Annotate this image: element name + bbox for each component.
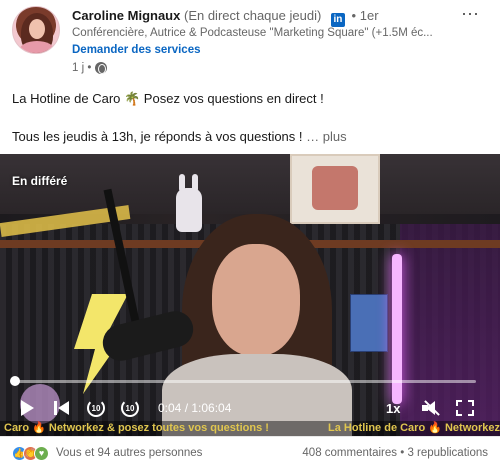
rewind-10-icon[interactable]: 10	[86, 398, 106, 418]
video-person-face	[212, 244, 300, 356]
reaction-icons[interactable]: 👍 👏 ♥	[12, 446, 49, 461]
time-separator: •	[84, 62, 92, 74]
forward-10-icon[interactable]: 10	[120, 398, 140, 418]
post-text-line2: Tous les jeudis à 13h, je réponds à vos …	[12, 129, 347, 144]
author-name-line: Caroline Mignaux (En direct chaque jeudi…	[72, 8, 379, 27]
video-bg-book	[350, 294, 388, 352]
post-text-line2-content: Tous les jeudis à 13h, je réponds à vos …	[12, 129, 303, 144]
linkedin-premium-icon: in	[330, 13, 345, 27]
author-avatar[interactable]	[12, 6, 60, 54]
request-services-link[interactable]: Demander des services	[72, 44, 201, 56]
reactions-count[interactable]: Vous et 94 autres personnes	[56, 447, 202, 459]
see-more-link[interactable]: … plus	[306, 129, 346, 144]
avatar-face	[29, 19, 45, 39]
video-bg-poster	[290, 154, 380, 224]
support-reaction-icon: ♥	[34, 446, 49, 461]
mute-icon[interactable]	[420, 398, 442, 418]
globe-icon	[95, 62, 108, 74]
connection-degree-dot: •	[351, 8, 357, 23]
social-counts: 👍 👏 ♥ Vous et 94 autres personnes 408 co…	[0, 436, 500, 468]
video-ticker-banner: Caro 🔥 Networkez & posez toutes vos ques…	[0, 421, 500, 436]
author-name[interactable]: Caroline Mignaux	[72, 8, 180, 23]
connection-degree: 1er	[359, 8, 379, 23]
fullscreen-icon[interactable]	[454, 398, 476, 418]
author-status: (En direct chaque jeudi)	[183, 8, 322, 23]
comments-count[interactable]: 408 commentaires	[302, 447, 397, 459]
avatar-body	[19, 41, 55, 53]
skip-back-icon[interactable]	[52, 398, 70, 418]
ticker-text-left: Caro 🔥 Networkez & posez toutes vos ques…	[4, 422, 269, 434]
post-stats: 408 commentaires • 3 republications	[302, 447, 488, 459]
more-options-icon[interactable]: ⋯	[461, 4, 480, 25]
video-time: 0:04 / 1:06:04	[158, 401, 232, 415]
video-controls: 10 10 0:04 / 1:06:04 1x	[0, 394, 500, 422]
video-progress-handle[interactable]	[10, 376, 20, 386]
video-bg-ceiling	[0, 154, 500, 214]
stats-separator: •	[397, 447, 408, 459]
reposts-count[interactable]: 3 republications	[407, 447, 488, 459]
play-icon[interactable]	[18, 398, 36, 418]
replay-badge: En différé	[12, 174, 68, 188]
ticker-text-right: La Hotline de Caro 🔥 Networkez	[328, 422, 500, 434]
video-player[interactable]: En différé 10 10 0:04 / 1:06:04 1x Caro …	[0, 154, 500, 436]
forward-10-label: 10	[121, 399, 139, 417]
video-bg-bunny	[176, 174, 202, 232]
post-time: 1 j •	[72, 62, 108, 74]
time-ago: 1 j	[72, 62, 85, 74]
author-headline: Conférencière, Autrice & Podcasteuse "Ma…	[72, 27, 433, 39]
post-text-line1: La Hotline de Caro 🌴 Posez vos questions…	[12, 91, 324, 106]
video-progress-bar[interactable]	[14, 380, 476, 383]
linkedin-post: Caroline Mignaux (En direct chaque jeudi…	[0, 0, 500, 468]
rewind-10-label: 10	[87, 399, 105, 417]
playback-speed-button[interactable]: 1x	[386, 401, 400, 416]
